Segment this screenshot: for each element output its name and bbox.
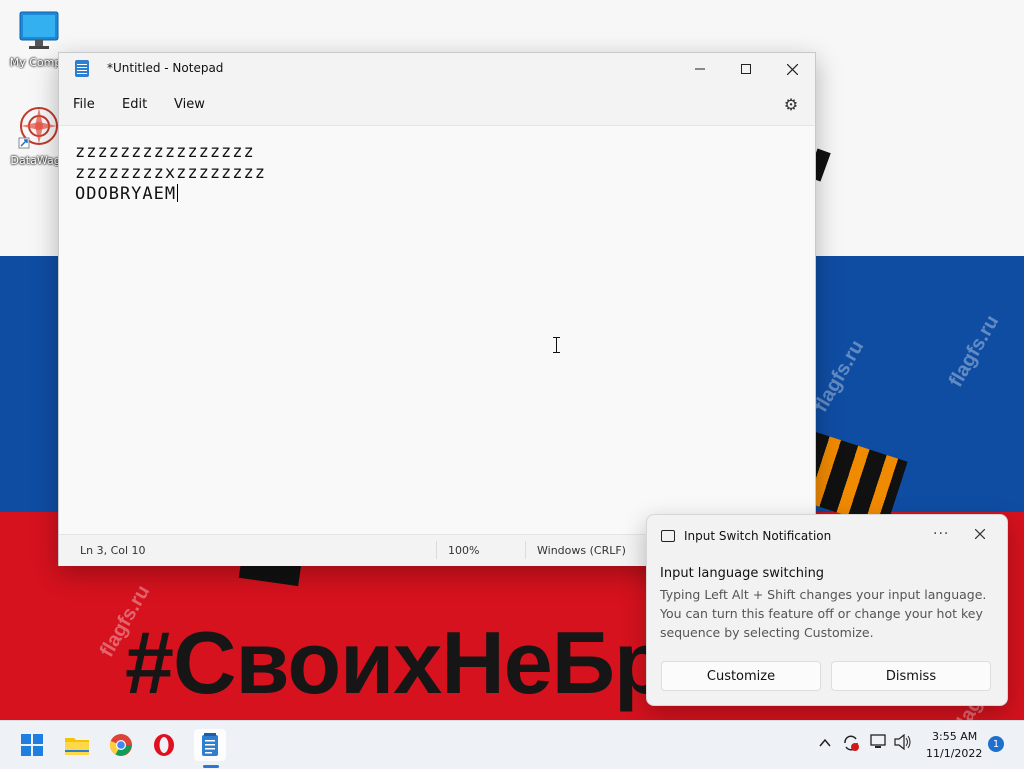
taskbar: 3:55 AM 11/1/2022 bbox=[0, 720, 1024, 769]
menu-view[interactable]: View bbox=[174, 97, 205, 112]
network-button[interactable] bbox=[870, 734, 888, 754]
minimize-icon bbox=[695, 68, 705, 70]
text-editor[interactable]: zzzzzzzzzzzzzzzz zzzzzzzzxzzzzzzzz ODOBR… bbox=[59, 126, 815, 534]
dismiss-button[interactable]: Dismiss bbox=[831, 661, 991, 691]
wallpaper-hashtag: #СвоихНеБр bbox=[125, 613, 668, 712]
notification-count-badge[interactable]: 1 bbox=[988, 736, 1004, 752]
chrome-button[interactable] bbox=[105, 729, 137, 761]
notepad-icon bbox=[202, 733, 218, 756]
chrome-icon bbox=[109, 734, 132, 756]
keyboard-icon bbox=[661, 530, 675, 542]
text-line-current: ODOBRYAEM bbox=[75, 184, 179, 204]
sync-status-button[interactable] bbox=[842, 734, 860, 756]
notification-heading: Input language switching bbox=[660, 566, 825, 581]
clock-time[interactable]: 3:55 AM bbox=[932, 730, 977, 743]
datawagon-icon bbox=[18, 107, 58, 149]
close-icon bbox=[786, 63, 798, 75]
close-button[interactable] bbox=[769, 53, 815, 85]
volume-button[interactable] bbox=[894, 733, 912, 754]
more-options-icon[interactable]: ··· bbox=[933, 526, 949, 542]
start-icon bbox=[21, 734, 43, 756]
notification-app-name: Input Switch Notification bbox=[684, 529, 832, 543]
status-divider bbox=[525, 541, 526, 559]
network-icon bbox=[870, 734, 886, 748]
text-line-content: ODOBRYAEM bbox=[75, 184, 177, 204]
title-bar[interactable]: *Untitled - Notepad bbox=[59, 53, 815, 85]
opera-button[interactable] bbox=[148, 729, 180, 761]
window-title: *Untitled - Notepad bbox=[107, 61, 224, 75]
text-caret bbox=[177, 184, 179, 202]
maximize-button[interactable] bbox=[723, 53, 769, 85]
notification-body: Typing Left Alt + Shift changes your inp… bbox=[660, 587, 987, 640]
settings-button[interactable]: ⚙ bbox=[781, 94, 801, 114]
sync-alert-icon bbox=[844, 735, 859, 751]
text-line: zzzzzzzzxzzzzzzzz bbox=[75, 163, 266, 183]
close-icon bbox=[974, 528, 986, 540]
minimize-button[interactable] bbox=[677, 53, 723, 85]
start-button[interactable] bbox=[16, 729, 48, 761]
menu-file[interactable]: File bbox=[73, 97, 95, 112]
gear-icon: ⚙ bbox=[783, 94, 799, 114]
volume-icon bbox=[894, 733, 911, 751]
file-explorer-icon bbox=[65, 738, 89, 755]
show-hidden-icons-button[interactable] bbox=[819, 734, 831, 752]
file-explorer-button[interactable] bbox=[61, 729, 93, 761]
notepad-app-icon bbox=[75, 60, 89, 77]
clock-date[interactable]: 11/1/2022 bbox=[926, 747, 982, 760]
zoom-level: 100% bbox=[448, 544, 480, 557]
menu-edit[interactable]: Edit bbox=[122, 97, 147, 112]
customize-button[interactable]: Customize bbox=[661, 661, 821, 691]
opera-icon bbox=[154, 734, 174, 756]
monitor-icon bbox=[19, 11, 59, 49]
input-switch-notification[interactable]: Input Switch Notification ··· Input lang… bbox=[646, 514, 1008, 706]
status-divider bbox=[436, 541, 437, 559]
ibeam-cursor-icon bbox=[553, 337, 561, 353]
maximize-icon bbox=[741, 64, 751, 74]
cursor-position: Ln 3, Col 10 bbox=[80, 544, 146, 557]
notification-close-button[interactable] bbox=[974, 527, 986, 543]
menu-bar: File Edit View ⚙ bbox=[59, 85, 815, 126]
notepad-taskbar-button[interactable] bbox=[194, 729, 226, 761]
chevron-up-icon bbox=[819, 738, 831, 747]
notepad-window: *Untitled - Notepad File Edit View ⚙ zzz… bbox=[58, 52, 816, 566]
text-line: zzzzzzzzzzzzzzzz bbox=[75, 142, 255, 162]
line-ending: Windows (CRLF) bbox=[537, 544, 626, 557]
